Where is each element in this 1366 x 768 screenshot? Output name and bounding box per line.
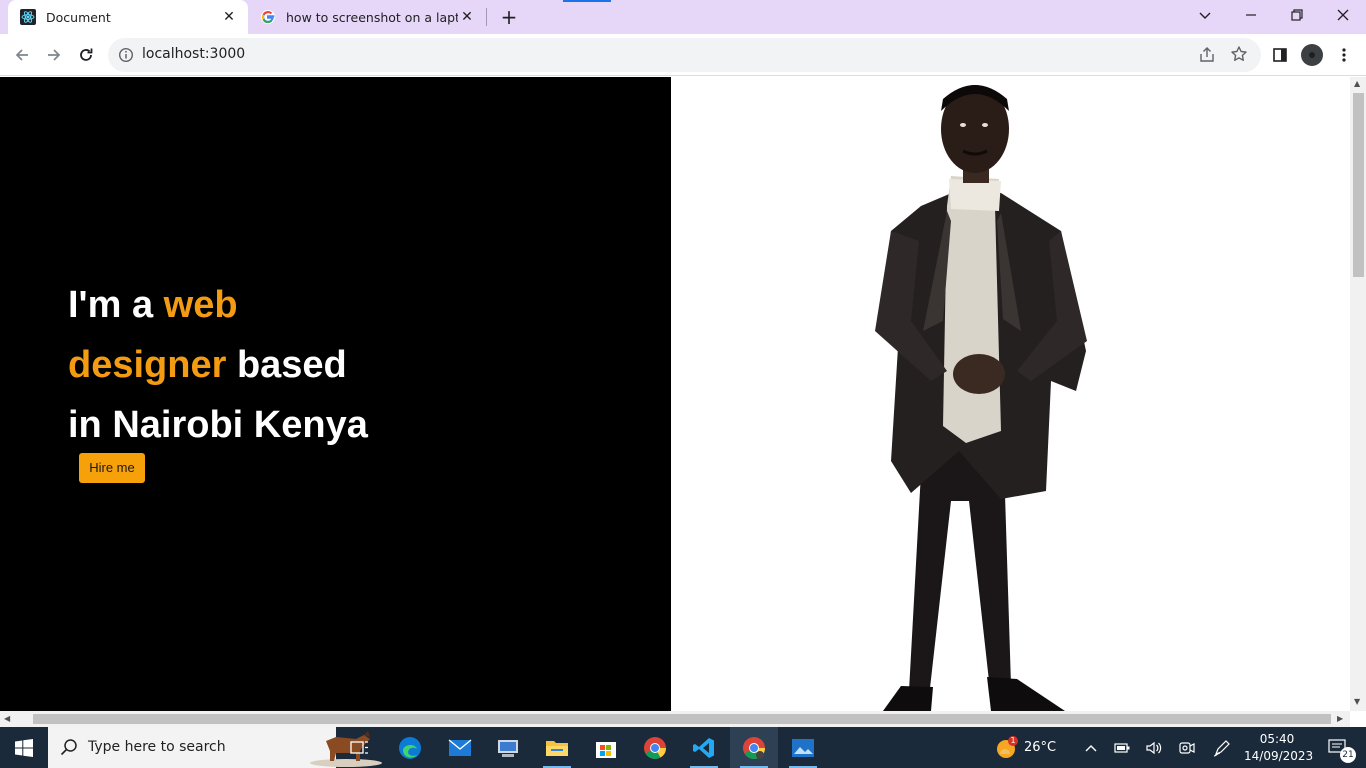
tab-title: Document — [46, 9, 111, 25]
chrome-icon[interactable] — [631, 727, 679, 768]
clock-time: 05:40 — [1259, 732, 1295, 746]
headline-accent: web — [163, 284, 238, 326]
headline-text: I'm a — [68, 284, 164, 326]
hire-me-button[interactable]: Hire me — [79, 453, 145, 483]
mail-icon[interactable] — [436, 727, 484, 768]
system-clock[interactable]: 05:40 14/09/2023 — [1244, 731, 1314, 765]
more-menu-icon[interactable] — [1330, 41, 1358, 69]
react-favicon-icon — [20, 9, 36, 25]
temperature-text: 26°C — [1023, 740, 1057, 755]
search-icon — [60, 738, 78, 756]
taskbar-search-box[interactable]: Type here to search — [48, 727, 382, 768]
scroll-up-icon[interactable]: ▲ — [1354, 79, 1360, 88]
page-viewport: I'm a web designer based in Nairobi Keny… — [0, 77, 1350, 711]
google-favicon-icon — [260, 9, 276, 25]
control-panel-icon[interactable] — [484, 727, 532, 768]
scroll-down-icon[interactable]: ▼ — [1354, 697, 1360, 706]
close-tab-icon[interactable]: ✕ — [220, 8, 238, 26]
vertical-scroll-thumb[interactable] — [1353, 93, 1364, 277]
weather-alert-badge: 1 — [1008, 736, 1018, 746]
hero-text-panel: I'm a web designer based in Nairobi Keny… — [0, 77, 671, 711]
close-tab-icon[interactable]: ✕ — [458, 8, 476, 26]
scroll-left-icon[interactable]: ◀ — [4, 714, 10, 723]
notification-center-icon[interactable]: 21 — [1318, 727, 1358, 768]
portrait-image — [875, 85, 1087, 711]
chrome-active-icon[interactable] — [730, 727, 778, 768]
photos-icon[interactable] — [779, 727, 827, 768]
bookmark-star-icon[interactable] — [1230, 45, 1248, 63]
url-text: localhost:3000 — [142, 46, 246, 62]
hero-image-panel — [671, 77, 1350, 711]
tab-google-search[interactable]: how to screenshot on a laptop - ✕ — [250, 0, 486, 34]
search-placeholder: Type here to search — [88, 739, 226, 755]
horizontal-scrollbar[interactable]: ◀ ▶ — [0, 711, 1350, 727]
new-tab-button[interactable]: + — [497, 5, 521, 29]
horizontal-scroll-thumb[interactable] — [33, 714, 1331, 724]
headline-text: in Nairobi Kenya — [68, 404, 368, 446]
clock-date: 14/09/2023 — [1244, 749, 1314, 763]
restore-icon[interactable] — [1274, 0, 1320, 30]
vertical-scrollbar[interactable]: ▲ ▼ — [1350, 77, 1366, 711]
pen-workspace-icon[interactable] — [1210, 727, 1234, 768]
meet-now-icon[interactable] — [1175, 727, 1199, 768]
edge-browser-icon[interactable] — [386, 727, 434, 768]
show-hidden-icons-icon[interactable] — [1080, 727, 1102, 768]
tab-divider — [486, 8, 487, 26]
share-icon[interactable] — [1198, 46, 1216, 64]
tab-document[interactable]: Document ✕ — [8, 0, 248, 34]
forward-icon[interactable] — [40, 41, 68, 69]
side-panel-icon[interactable] — [1266, 41, 1294, 69]
browser-tab-strip: Document ✕ how to screenshot on a laptop… — [0, 0, 1366, 34]
tab-title: how to screenshot on a laptop - — [286, 9, 458, 25]
close-window-icon[interactable] — [1320, 0, 1366, 30]
battery-icon[interactable] — [1110, 727, 1134, 768]
minimize-icon[interactable] — [1228, 0, 1274, 30]
reload-icon[interactable] — [72, 41, 100, 69]
volume-icon[interactable] — [1142, 727, 1166, 768]
headline-accent: designer — [68, 344, 227, 386]
task-view-icon[interactable] — [336, 727, 384, 768]
tab-search-chevron-icon[interactable] — [1182, 0, 1228, 30]
site-info-icon[interactable] — [118, 47, 134, 63]
weather-widget[interactable]: 1 26°C — [990, 727, 1060, 768]
windows-taskbar: Type here to search 1 26°C 05:40 14/09/2… — [0, 727, 1366, 768]
address-bar[interactable]: localhost:3000 — [108, 38, 1261, 72]
windows-start-icon[interactable] — [0, 727, 48, 768]
headline-text: based — [226, 344, 347, 386]
vscode-icon[interactable] — [680, 727, 728, 768]
loading-indicator — [563, 0, 611, 2]
hero-headline: I'm a web designer based in Nairobi Keny… — [68, 275, 488, 455]
notification-count-badge: 21 — [1340, 747, 1356, 763]
browser-toolbar: localhost:3000 — [0, 34, 1366, 76]
microsoft-store-icon[interactable] — [582, 727, 630, 768]
back-icon[interactable] — [8, 41, 36, 69]
scroll-right-icon[interactable]: ▶ — [1337, 714, 1343, 723]
profile-avatar[interactable] — [1298, 41, 1326, 69]
file-explorer-icon[interactable] — [533, 727, 581, 768]
